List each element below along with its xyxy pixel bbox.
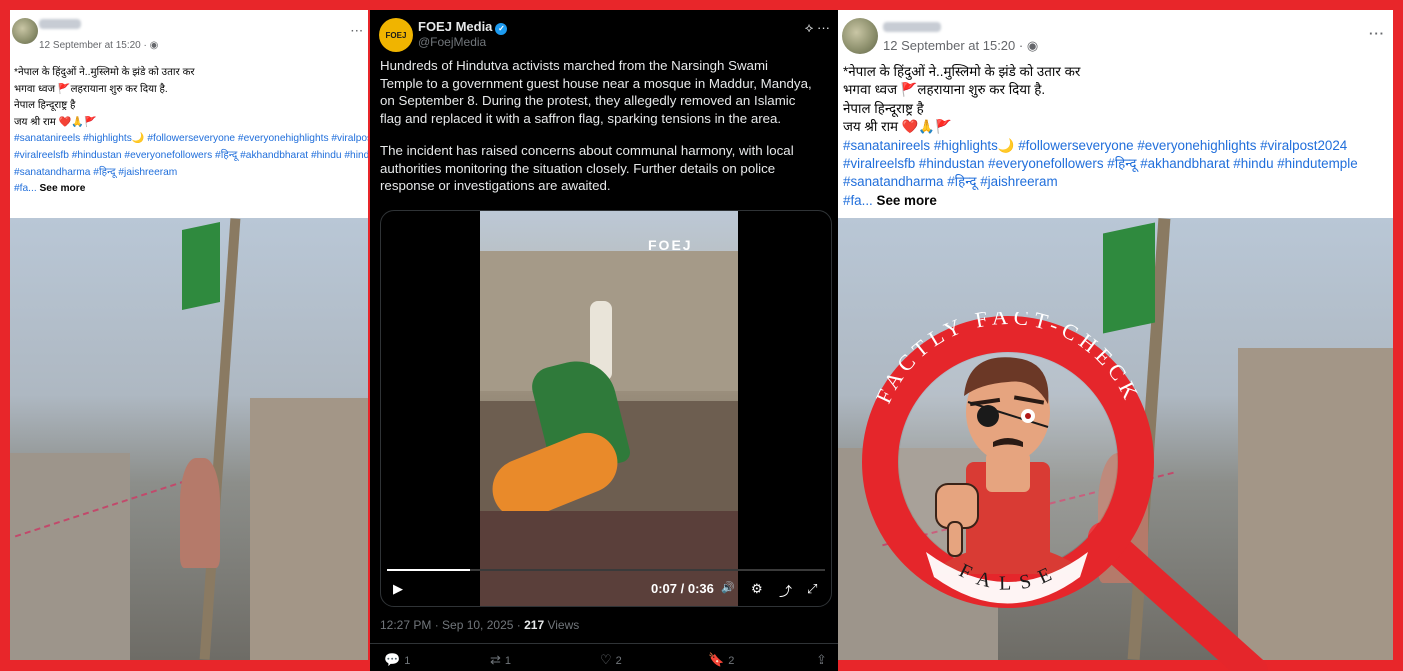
video-time: 0:07 / 0:36 (651, 581, 714, 596)
post-header: 12 September at 15:20 · ◉ ··· (10, 10, 368, 66)
video-progress-bar[interactable] (387, 569, 825, 571)
author-name[interactable] (39, 19, 81, 29)
magnifier-handle (1088, 522, 1268, 671)
heart-icon: ♡ (600, 652, 612, 667)
tweet-timestamp[interactable]: 12:27 PM · Sep 10, 2025 · 217 Views (380, 618, 579, 632)
verified-badge-icon: ✓ (495, 23, 508, 35)
tweet-paragraph-1: Hundreds of Hindutva activists marched f… (380, 58, 812, 126)
hashtag-line[interactable]: #viralreelsfb #hindustan #everyonefollow… (843, 155, 1358, 173)
see-more-link[interactable]: See more (40, 183, 86, 194)
avatar[interactable] (842, 18, 878, 54)
fullscreen-icon[interactable]: ⤢ (807, 581, 817, 597)
reply-button[interactable]: 💬 1 (384, 652, 410, 668)
account-handle[interactable]: @FoejMedia (418, 35, 486, 49)
tweet-paragraph-2: The incident has raised concerns about c… (380, 143, 794, 193)
reply-icon: 💬 (384, 652, 401, 667)
post-line: नेपाल हिन्दूराष्ट्र है (843, 100, 924, 116)
post-text: *नेपाल के हिंदुओं ने..मुस्लिमो के झंडे क… (843, 63, 1358, 210)
fact-check-stamp: FACTLY FACT-CHECK FALSE (862, 312, 1268, 671)
tweet-panel: FOEJ FOEJ Media ✓ @FoejMedia ⟡ ··· Hundre… (370, 10, 838, 671)
post-line: नेपाल हिन्दूराष्ट्र है (14, 100, 76, 112)
more-options-button[interactable]: ··· (1369, 26, 1385, 41)
post-line: *नेपाल के हिंदुओं ने..मुस्लिमो के झंडे क… (14, 67, 195, 78)
post-video-thumbnail[interactable] (10, 218, 368, 660)
video-frame[interactable]: FOEJ (480, 211, 738, 606)
globe-icon: ◉ (1026, 38, 1039, 53)
hashtag-line[interactable]: #viralreelsfb #hindustan #everyonefollow… (14, 148, 368, 165)
video-watermark: FOEJ (648, 237, 693, 253)
share-button[interactable]: ⇪ (816, 652, 827, 668)
bookmark-icon: 🔖 (708, 652, 725, 667)
bookmark-button[interactable]: 🔖 2 (708, 652, 734, 668)
post-line: भगवा ध्वज 🚩लहरायाना शुरु कर दिया है. (843, 82, 1046, 98)
account-name[interactable]: FOEJ Media ✓ (418, 19, 508, 35)
volume-icon[interactable]: 🔊 (721, 581, 735, 594)
hashtag-line[interactable]: #sanatanireels #highlights🌙 #followersev… (843, 137, 1358, 155)
hashtag-line[interactable]: #sanatanireels #highlights🌙 #followersev… (14, 131, 368, 148)
post-line: जय श्री राम ❤️🙏🚩 (843, 119, 952, 135)
avatar[interactable] (12, 18, 38, 44)
see-more-link[interactable]: See more (877, 193, 937, 208)
globe-icon: ◉ (149, 40, 159, 51)
divider (370, 643, 838, 644)
like-button[interactable]: ♡ 2 (600, 652, 622, 668)
post-line: *नेपाल के हिंदुओं ने..मुस्लिमो के झंडे क… (843, 64, 1081, 79)
left-facebook-post: 12 September at 15:20 · ◉ ··· *नेपाल के … (10, 10, 368, 660)
post-timestamp[interactable]: 12 September at 15:20 · ◉ (883, 38, 1038, 54)
grok-and-more-icons[interactable]: ⟡ ··· (805, 20, 830, 36)
post-line: भगवा ध्वज 🚩लहरायाना शुरु कर दिया है. (14, 83, 168, 95)
more-options-button[interactable]: ··· (351, 26, 364, 37)
author-name[interactable] (883, 22, 941, 32)
repost-button[interactable]: ⇄ 1 (490, 652, 511, 668)
play-icon[interactable]: ▶ (393, 581, 403, 597)
post-text: *नेपाल के हिंदुओं ने..मुस्लिमो के झंडे क… (14, 65, 368, 198)
hashtag-truncated[interactable]: #fa... (843, 193, 873, 208)
settings-icon[interactable]: ⚙ (751, 581, 763, 597)
hashtag-line[interactable]: #sanatandharma #हिन्दू #jaishreeram (14, 165, 368, 182)
post-timestamp[interactable]: 12 September at 15:20 · ◉ (39, 40, 158, 51)
share-icon: ⇪ (816, 652, 827, 667)
post-header: 12 September at 15:20 · ◉ ··· (838, 10, 1393, 66)
account-avatar[interactable]: FOEJ (379, 18, 413, 52)
hashtag-line[interactable]: #sanatandharma #हिन्दू #jaishreeram (843, 173, 1358, 191)
rotate-icon[interactable]: ⤴ (779, 581, 792, 600)
tweet-video-player[interactable]: FOEJ ▶ 0:07 / 0:36 🔊 ⚙ ⤴ ⤢ (380, 210, 832, 607)
hashtag-truncated[interactable]: #fa... (14, 183, 37, 194)
repost-icon: ⇄ (490, 652, 501, 667)
video-progress-fill (387, 569, 471, 571)
post-line: जय श्री राम ❤️🙏🚩 (14, 116, 97, 128)
